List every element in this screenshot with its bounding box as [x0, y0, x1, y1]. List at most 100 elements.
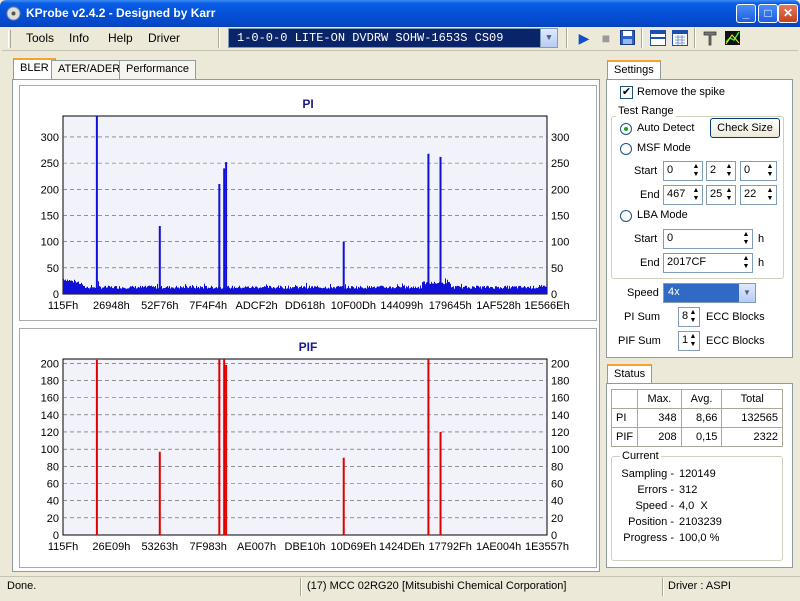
- msf-start-min-field[interactable]: 0 ▲ ▼: [663, 161, 703, 181]
- layout-icon[interactable]: [650, 30, 666, 46]
- save-icon[interactable]: [620, 30, 635, 45]
- remove-spike-checkbox[interactable]: ✔: [620, 86, 633, 99]
- pi-chart-title: PI: [302, 97, 313, 111]
- pif-x-tick-label: 1424DEh: [379, 541, 425, 553]
- maximize-button[interactable]: □: [758, 4, 778, 23]
- pi-total-cell: 132565: [721, 408, 783, 428]
- minimize-button[interactable]: _: [736, 4, 756, 23]
- pi-x-tick-label: 7F4F4h: [189, 300, 227, 312]
- pif-y-tick-label: 40: [551, 496, 563, 508]
- tab-bler[interactable]: BLER: [13, 58, 56, 80]
- check-size-button[interactable]: Check Size: [710, 118, 780, 138]
- pi-sum-field[interactable]: 8 ▲ ▼: [678, 307, 700, 327]
- speed-status-value: 4,0 X: [679, 500, 708, 512]
- pif-y-tick-label: 160: [41, 393, 59, 405]
- msf-end-min-field[interactable]: 467 ▲ ▼: [663, 185, 703, 205]
- pi-x-axis: 115Fh 26948h 52F76h 7F4F4h ADCF2h DD618h 10F00…: [48, 300, 570, 312]
- tab-status[interactable]: Status: [607, 364, 653, 384]
- pif-sum-unit: ECC Blocks: [706, 335, 765, 347]
- menu-grip: [8, 30, 11, 48]
- speed-select[interactable]: 4x ▼: [663, 283, 756, 303]
- msf-end-frame-field[interactable]: 22 ▲ ▼: [740, 185, 777, 205]
- pif-y-tick-label: 60: [47, 478, 59, 490]
- pif-x-axis: 115Fh 26E09h 53263h 7F983h AE007h DBE10h 10D69…: [48, 541, 569, 553]
- pi-max-cell: 348: [637, 408, 682, 428]
- pif-sum-field[interactable]: 1 ▲ ▼: [678, 331, 700, 351]
- pi-sum-label: PI Sum: [624, 311, 661, 323]
- menu-tools[interactable]: Tools: [26, 31, 54, 45]
- pi-x-tick-label: ADCF2h: [236, 300, 278, 312]
- pif-x-tick-label: 1E3557h: [525, 541, 569, 553]
- drive-select-value: 1-0-0-0 LITE-ON DVDRW SOHW-1653S CS09: [237, 31, 504, 45]
- progress-value: 100,0 %: [679, 532, 720, 544]
- lba-end-label: End: [640, 257, 660, 269]
- pif-total-cell: 2322: [721, 427, 783, 447]
- pif-chart-svg: PIF 020406080100120140160180200 02040608…: [41, 340, 570, 553]
- pi-plot-area: [62, 115, 548, 295]
- pif-y-tick-label: 80: [47, 461, 59, 473]
- driver-info: Driver : ASPI: [668, 580, 731, 592]
- window-title: KProbe v2.4.2 - Designed by Karr: [26, 6, 216, 20]
- menu-driver[interactable]: Driver: [148, 31, 180, 45]
- pif-x-tick-label: DBE10h: [285, 541, 326, 553]
- auto-detect-radio[interactable]: [620, 123, 632, 135]
- close-button[interactable]: ✕: [778, 4, 798, 23]
- disc-id: (17) MCC 02RG20: [307, 580, 399, 592]
- tab-performance[interactable]: Performance: [119, 60, 196, 79]
- tools-icon[interactable]: [702, 29, 718, 47]
- pi-y-tick-label: 100: [551, 237, 569, 249]
- errors-value: 312: [679, 484, 698, 496]
- drive-select[interactable]: 1-0-0-0 LITE-ON DVDRW SOHW-1653S CS09 ▼: [228, 28, 558, 48]
- lba-mode-radio[interactable]: [620, 210, 632, 222]
- pi-x-tick-label: 115Fh: [48, 300, 78, 312]
- msf-start-sec-field[interactable]: 2 ▲ ▼: [706, 161, 736, 181]
- pif-chart-title: PIF: [299, 340, 318, 354]
- lba-start-value: 0: [667, 232, 674, 244]
- pif-y-tick-label: 120: [41, 427, 59, 439]
- lba-end-unit: h: [758, 257, 765, 269]
- remove-spike-label: Remove the spike: [637, 86, 726, 98]
- pif-x-tick-label: 26E09h: [92, 541, 130, 553]
- lba-end-value: 2017CF: [667, 256, 707, 268]
- play-icon[interactable]: ▶: [574, 29, 594, 47]
- pif-x-tick-label: 1AE004h: [476, 541, 521, 553]
- tab-ater-ader[interactable]: ATER/ADER: [51, 60, 128, 79]
- pi-x-tick-label: 179645h: [429, 300, 472, 312]
- pif-max-cell: 208: [637, 427, 682, 447]
- speed-select-value: 4x: [668, 286, 680, 298]
- pif-y-tick-label: 120: [551, 427, 569, 439]
- pi-chart-svg: PI 050100150200250300 050100150200250300…: [41, 97, 570, 312]
- toolbar-separator: [641, 28, 643, 48]
- lba-end-field[interactable]: 2017CF ▲ ▼: [663, 253, 753, 273]
- lba-mode-label: LBA Mode: [637, 209, 688, 221]
- pif-x-tick-label: AE007h: [237, 541, 276, 553]
- chevron-down-icon[interactable]: ▼: [540, 29, 557, 47]
- lba-start-field[interactable]: 0 ▲ ▼: [663, 229, 753, 249]
- calendar-icon[interactable]: [672, 30, 688, 46]
- lba-start-label: Start: [634, 233, 658, 245]
- toolbar-separator: [218, 28, 220, 48]
- msf-start-sec-value: 2: [710, 164, 717, 176]
- progress-label: Progress -: [623, 532, 674, 544]
- msf-end-sec-value: 25: [710, 188, 723, 200]
- pif-y-tick-label: 80: [551, 461, 563, 473]
- table-row: PIF 208 0,15 2322: [610, 427, 783, 447]
- menu-info[interactable]: Info: [69, 31, 89, 45]
- pif-x-tick-label: 53263h: [141, 541, 178, 553]
- stop-icon[interactable]: ■: [596, 29, 616, 47]
- msf-start-min-value: 0: [667, 164, 674, 176]
- msf-start-frame-field[interactable]: 0 ▲ ▼: [740, 161, 777, 181]
- msf-mode-radio[interactable]: [620, 143, 632, 155]
- msf-end-frame-value: 22: [744, 188, 757, 200]
- menu-help[interactable]: Help: [108, 31, 133, 45]
- chart-icon[interactable]: [724, 29, 742, 47]
- pi-x-tick-label: 10F00Dh: [331, 300, 376, 312]
- msf-end-sec-field[interactable]: 25 ▲ ▼: [706, 185, 736, 205]
- pif-y-tick-label: 100: [41, 444, 59, 456]
- tab-settings[interactable]: Settings: [607, 60, 661, 80]
- chevron-down-icon[interactable]: ▼: [739, 284, 755, 302]
- disc-manufacturer: [Mitsubishi Chemical Corporation]: [402, 580, 567, 592]
- pi-y-tick-label: 200: [551, 184, 569, 196]
- current-label: Current: [620, 450, 661, 462]
- app-icon: [6, 6, 21, 21]
